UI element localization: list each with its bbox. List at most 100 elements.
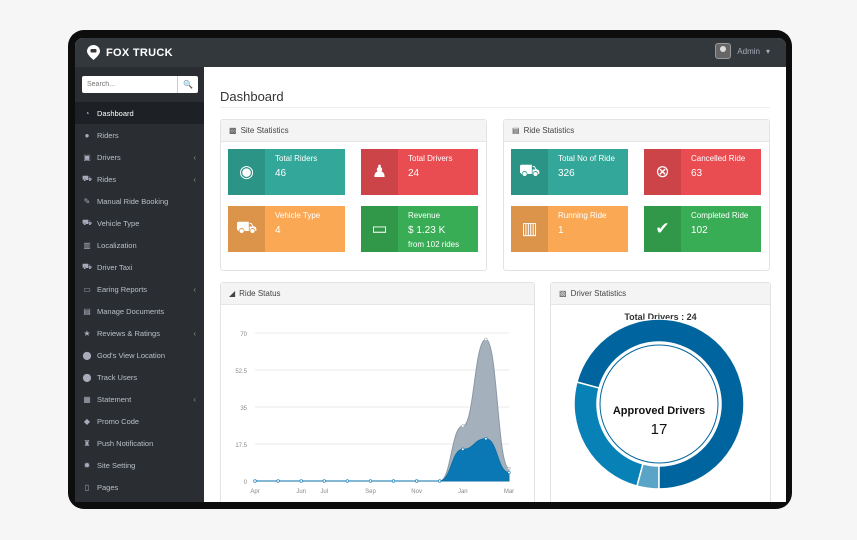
star-icon: ★ <box>83 328 91 338</box>
x-tick-label: Jun <box>296 489 306 495</box>
donut-inner-ring <box>599 344 719 464</box>
tile-label: Cancelled Ride <box>691 154 746 163</box>
document-icon: ▤ <box>83 306 91 316</box>
sidebar-item-label: Driver Taxi <box>97 262 133 272</box>
user-menu[interactable]: Admin ▾ <box>715 43 770 59</box>
panel-title: Ride Status <box>239 289 281 298</box>
chevron-left-icon: ‹ <box>193 394 196 404</box>
tile-label: Total Drivers <box>408 154 453 163</box>
sidebar-item-driver-taxi[interactable]: ⛟ Driver Taxi <box>75 256 204 278</box>
data-point <box>484 337 488 341</box>
x-tick-label: Jul <box>320 489 328 495</box>
data-point <box>415 479 419 483</box>
area-chart-icon: ◢ <box>229 289 236 298</box>
brand-logo[interactable]: FOX TRUCK <box>87 45 173 60</box>
building-icon: ▥ <box>511 206 548 252</box>
user-circle-icon: ◉ <box>228 149 265 195</box>
map-marker-icon: ⬤ <box>82 372 92 382</box>
sidebar-item-label: Vehicle Type <box>97 218 140 228</box>
data-point <box>391 479 396 483</box>
stat-tile-vehicle-type[interactable]: ⛟ Vehicle Type 4 <box>228 206 345 252</box>
sidebar-item-push-notification[interactable]: ♜ Push Notification <box>75 432 204 454</box>
check-circle-icon: ✔ <box>644 206 681 252</box>
tile-subtext: from 102 rides <box>408 240 460 250</box>
sidebar-search: 🔍 <box>82 76 198 93</box>
taxi-icon: ⛟ <box>81 262 93 271</box>
tile-value: 24 <box>408 168 420 180</box>
user-name: Admin <box>737 46 760 56</box>
stat-tile-running-ride[interactable]: ▥ Running Ride 1 <box>511 206 628 252</box>
panel-title: Driver Statistics <box>570 289 627 298</box>
y-tick-label: 70 <box>240 332 247 338</box>
x-tick-label: Mar <box>504 489 514 495</box>
pencil-icon: ✎ <box>83 196 91 206</box>
tile-label: Total No of Ride <box>558 154 615 163</box>
stat-tile-revenue[interactable]: ▭ Revenue $ 1.23 K from 102 rides <box>361 206 478 252</box>
sidebar-item-rides[interactable]: ⛟ Rides ‹ <box>75 168 204 190</box>
data-point <box>253 479 257 483</box>
tile-value: 63 <box>691 168 703 180</box>
sidebar-item-dashboard[interactable]: ◔ Dashboard <box>75 102 204 124</box>
chevron-left-icon: ‹ <box>193 328 196 338</box>
data-point <box>438 479 442 483</box>
data-point <box>322 479 326 483</box>
sidebar-item-vehicle-type[interactable]: ⛟ Vehicle Type <box>75 212 204 234</box>
sidebar-item-manual-ride-booking[interactable]: ✎ Manual Ride Booking <box>75 190 204 212</box>
x-tick-label: Jan <box>458 489 468 495</box>
brand-title: FOX TRUCK <box>106 46 173 59</box>
sidebar-item-statement[interactable]: ▦ Statement ‹ <box>75 388 204 410</box>
sidebar-item-label: Statement <box>97 394 132 404</box>
tile-label: Completed Ride <box>691 211 749 220</box>
stat-tile-completed-ride[interactable]: ✔ Completed Ride 102 <box>644 206 761 252</box>
chevron-left-icon: ‹ <box>193 174 196 184</box>
x-tick-label: Nov <box>411 489 422 495</box>
sidebar-item-label: Drivers <box>97 152 121 162</box>
sidebar-item-reviews-ratings[interactable]: ★ Reviews & Ratings ‹ <box>75 322 204 344</box>
sidebar-item-track-users[interactable]: ⬤ Track Users <box>75 366 204 388</box>
stat-tile-cancelled-ride[interactable]: ⊗ Cancelled Ride 63 <box>644 149 761 195</box>
bar-chart-icon: ▧ <box>559 289 567 298</box>
car-icon: ⛟ <box>81 174 93 183</box>
sidebar: 🔍 ◔ Dashboard ● Riders ▣ Drivers ‹ ⛟ Rides ‹ ✎ Manu… <box>75 67 204 502</box>
sidebar-item-drivers[interactable]: ▣ Drivers ‹ <box>75 146 204 168</box>
sidebar-item-label: Reviews & Ratings <box>97 328 160 338</box>
sidebar-item-label: Riders <box>97 130 119 140</box>
sidebar-item-label: Push Notification <box>97 438 154 448</box>
driver-icon: ♟ <box>361 149 398 195</box>
dashboard-icon: ◔ <box>84 108 90 118</box>
gear-icon: ✹ <box>83 460 91 470</box>
stat-tile-total-no-of-ride[interactable]: ⛟ Total No of Ride 326 <box>511 149 628 195</box>
map-pin-logo-icon <box>87 45 100 60</box>
user-icon: ● <box>84 130 90 140</box>
sidebar-item-site-setting[interactable]: ✹ Site Setting <box>75 454 204 476</box>
sidebar-item-localization[interactable]: ▥ Localization <box>75 234 204 256</box>
stat-tile-total-riders[interactable]: ◉ Total Riders 46 <box>228 149 345 195</box>
sidebar-item-manage-documents[interactable]: ▤ Manage Documents <box>75 300 204 322</box>
sitemap-icon: ▩ <box>229 126 237 135</box>
sidebar-item-riders[interactable]: ● Riders <box>75 124 204 146</box>
sidebar-item-god-s-view-location[interactable]: ⬤ God's View Location <box>75 344 204 366</box>
chevron-left-icon: ‹ <box>193 152 196 162</box>
table-icon: ▤ <box>512 126 520 135</box>
tile-value: 1 <box>558 225 564 237</box>
donut-center-value: 17 <box>651 421 668 438</box>
tag-icon: ◆ <box>83 416 91 426</box>
sidebar-item-label: Manual Ride Booking <box>97 196 169 206</box>
building-icon: ▥ <box>83 240 91 250</box>
times-circle-icon: ⊗ <box>644 149 681 195</box>
y-tick-label: 52.5 <box>235 369 247 375</box>
search-icon: 🔍 <box>183 80 193 89</box>
bell-icon: ♜ <box>83 438 91 448</box>
page-title: Dashboard <box>220 89 284 104</box>
sidebar-item-promo-code[interactable]: ◆ Promo Code <box>75 410 204 432</box>
tile-value: $ 1.23 K <box>408 225 446 237</box>
search-input[interactable] <box>82 76 177 93</box>
x-tick-label: Sep <box>365 489 376 495</box>
main-content: Dashboard ▩ Site Statistics ◉ Total Riders… <box>204 67 786 502</box>
stat-tile-total-drivers[interactable]: ♟ Total Drivers 24 <box>361 149 478 195</box>
tile-value: 102 <box>691 225 708 237</box>
sidebar-item-pages[interactable]: ▯ Pages <box>75 476 204 498</box>
search-button[interactable]: 🔍 <box>177 76 198 93</box>
sidebar-item-earing-reports[interactable]: ▭ Earing Reports ‹ <box>75 278 204 300</box>
data-point <box>368 479 373 483</box>
